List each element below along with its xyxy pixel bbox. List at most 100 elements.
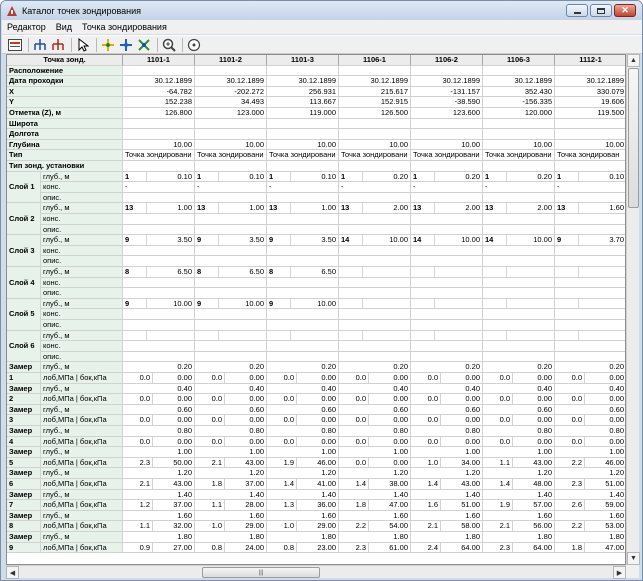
side-friction[interactable]: 41.00 xyxy=(297,479,339,490)
layer-soil-code[interactable]: 1 xyxy=(555,171,579,183)
measurement-depth[interactable]: 0.60 xyxy=(555,405,625,416)
layer-description[interactable] xyxy=(195,288,267,299)
layer-depth[interactable]: 3.70 xyxy=(579,235,625,246)
layer-soil-code[interactable]: 13 xyxy=(555,203,579,214)
menu-view[interactable]: Вид xyxy=(51,22,77,32)
tip-resistance[interactable]: 1.1 xyxy=(483,457,513,469)
side-friction[interactable]: 34.00 xyxy=(441,457,483,469)
data-cell[interactable] xyxy=(123,129,195,140)
data-cell[interactable]: 30.12.1899 xyxy=(483,76,555,87)
layer-consistency[interactable] xyxy=(267,309,339,320)
layer-consistency[interactable] xyxy=(195,309,267,320)
layer-description[interactable] xyxy=(195,320,267,331)
data-cell[interactable] xyxy=(267,129,339,140)
layer-soil-code[interactable]: 9 xyxy=(123,298,147,310)
layer-description[interactable] xyxy=(267,224,339,236)
data-cell[interactable]: 126.800 xyxy=(123,108,195,119)
side-friction[interactable]: 0.00 xyxy=(297,373,339,384)
layer-depth[interactable] xyxy=(147,330,195,342)
data-cell[interactable] xyxy=(411,118,483,130)
layer-soil-code[interactable]: 13 xyxy=(483,203,507,214)
side-friction[interactable]: 57.00 xyxy=(513,500,555,511)
side-friction[interactable]: 50.00 xyxy=(153,457,195,469)
data-cell[interactable] xyxy=(555,129,625,140)
data-cell[interactable]: Точка зондирован xyxy=(555,150,625,161)
data-cell[interactable] xyxy=(195,161,267,172)
data-cell[interactable]: 30.12.1899 xyxy=(267,76,339,87)
layer-depth[interactable] xyxy=(219,330,267,342)
layer-soil-code[interactable]: 8 xyxy=(123,267,147,278)
layer-description[interactable] xyxy=(267,351,339,363)
data-cell[interactable]: 352.430 xyxy=(483,86,555,98)
side-friction[interactable]: 29.00 xyxy=(297,521,339,532)
layer-description[interactable] xyxy=(411,288,483,299)
layer-depth[interactable] xyxy=(579,331,625,342)
layer-soil-code[interactable]: 8 xyxy=(267,267,291,278)
data-cell[interactable]: 256.931 xyxy=(267,86,339,98)
measurement-depth[interactable]: 1.80 xyxy=(267,532,339,543)
layer-soil-code[interactable] xyxy=(339,267,363,278)
data-cell[interactable] xyxy=(555,119,625,130)
layer-depth[interactable] xyxy=(435,267,483,278)
side-friction[interactable]: 0.00 xyxy=(225,436,267,448)
layer-depth[interactable]: 10.00 xyxy=(147,298,195,310)
measurement-depth[interactable]: 1.60 xyxy=(555,511,625,522)
data-cell[interactable] xyxy=(123,118,195,130)
side-friction[interactable]: 32.00 xyxy=(153,521,195,532)
data-cell[interactable]: 30.12.1899 xyxy=(195,76,267,87)
layer-depth[interactable]: 0.10 xyxy=(579,172,625,183)
measurement-depth[interactable]: 0.80 xyxy=(267,426,339,437)
tip-resistance[interactable]: 0.0 xyxy=(483,394,513,405)
layer-consistency[interactable] xyxy=(195,214,267,225)
layer-depth[interactable] xyxy=(291,330,339,342)
layer-soil-code[interactable] xyxy=(267,330,291,342)
layer-consistency[interactable] xyxy=(411,341,483,352)
layer-consistency[interactable] xyxy=(195,341,267,352)
data-cell[interactable]: 10.00 xyxy=(339,139,411,151)
data-cell[interactable] xyxy=(483,118,555,130)
tip-resistance[interactable]: 1.8 xyxy=(195,479,225,490)
measurement-depth[interactable]: 0.20 xyxy=(411,362,483,373)
measurement-depth[interactable]: 0.80 xyxy=(555,426,625,437)
layer-description[interactable] xyxy=(195,351,267,363)
tip-resistance[interactable]: 2.1 xyxy=(123,479,153,490)
measurement-depth[interactable]: 0.60 xyxy=(123,404,195,416)
data-cell[interactable]: -64.782 xyxy=(123,86,195,98)
data-cell[interactable] xyxy=(339,161,411,172)
side-friction[interactable]: 0.00 xyxy=(585,437,625,448)
layer-description[interactable] xyxy=(195,224,267,236)
measurement-depth[interactable]: 1.80 xyxy=(483,532,555,543)
tip-resistance[interactable]: 1.4 xyxy=(267,479,297,490)
data-cell[interactable] xyxy=(555,161,625,172)
layer-depth[interactable]: 2.00 xyxy=(435,203,483,214)
layer-consistency[interactable] xyxy=(483,309,555,320)
layer-soil-code[interactable]: 13 xyxy=(339,203,363,214)
layer-description[interactable] xyxy=(411,256,483,267)
tip-resistance[interactable]: 0.0 xyxy=(195,436,225,448)
tip-resistance[interactable]: 0.0 xyxy=(555,394,585,405)
data-cell[interactable]: 123.600 xyxy=(411,108,483,119)
column-header[interactable]: 1106-1 xyxy=(339,55,411,66)
layer-consistency[interactable] xyxy=(555,309,625,320)
measurement-depth[interactable]: 1.40 xyxy=(555,490,625,501)
tip-resistance[interactable]: 0.0 xyxy=(411,373,441,384)
layer-depth[interactable]: 0.20 xyxy=(507,171,555,183)
layer-soil-code[interactable]: 1 xyxy=(195,171,219,183)
title-bar[interactable]: Каталог точек зондирования ✕ xyxy=(1,1,642,20)
tip-resistance[interactable]: 1.1 xyxy=(123,521,153,532)
measurement-depth[interactable]: 0.20 xyxy=(555,362,625,373)
layer-depth[interactable] xyxy=(363,267,411,278)
measurement-depth[interactable]: 0.40 xyxy=(555,384,625,395)
side-friction[interactable]: 56.00 xyxy=(513,521,555,532)
layer-depth[interactable]: 3.50 xyxy=(291,235,339,246)
horizontal-scrollbar[interactable]: ◀ ||| ▶ xyxy=(6,565,626,579)
layer-description[interactable] xyxy=(555,225,625,236)
layer-description[interactable] xyxy=(411,320,483,331)
column-header[interactable]: 1101-3 xyxy=(267,55,339,66)
data-cell[interactable]: 119.500 xyxy=(555,108,625,119)
measurement-depth[interactable]: 0.40 xyxy=(483,383,555,395)
data-cell[interactable]: 34.493 xyxy=(195,97,267,108)
layer-soil-code[interactable]: 14 xyxy=(411,235,435,246)
side-friction[interactable]: 0.00 xyxy=(369,436,411,448)
data-cell[interactable]: 330.079 xyxy=(555,87,625,98)
